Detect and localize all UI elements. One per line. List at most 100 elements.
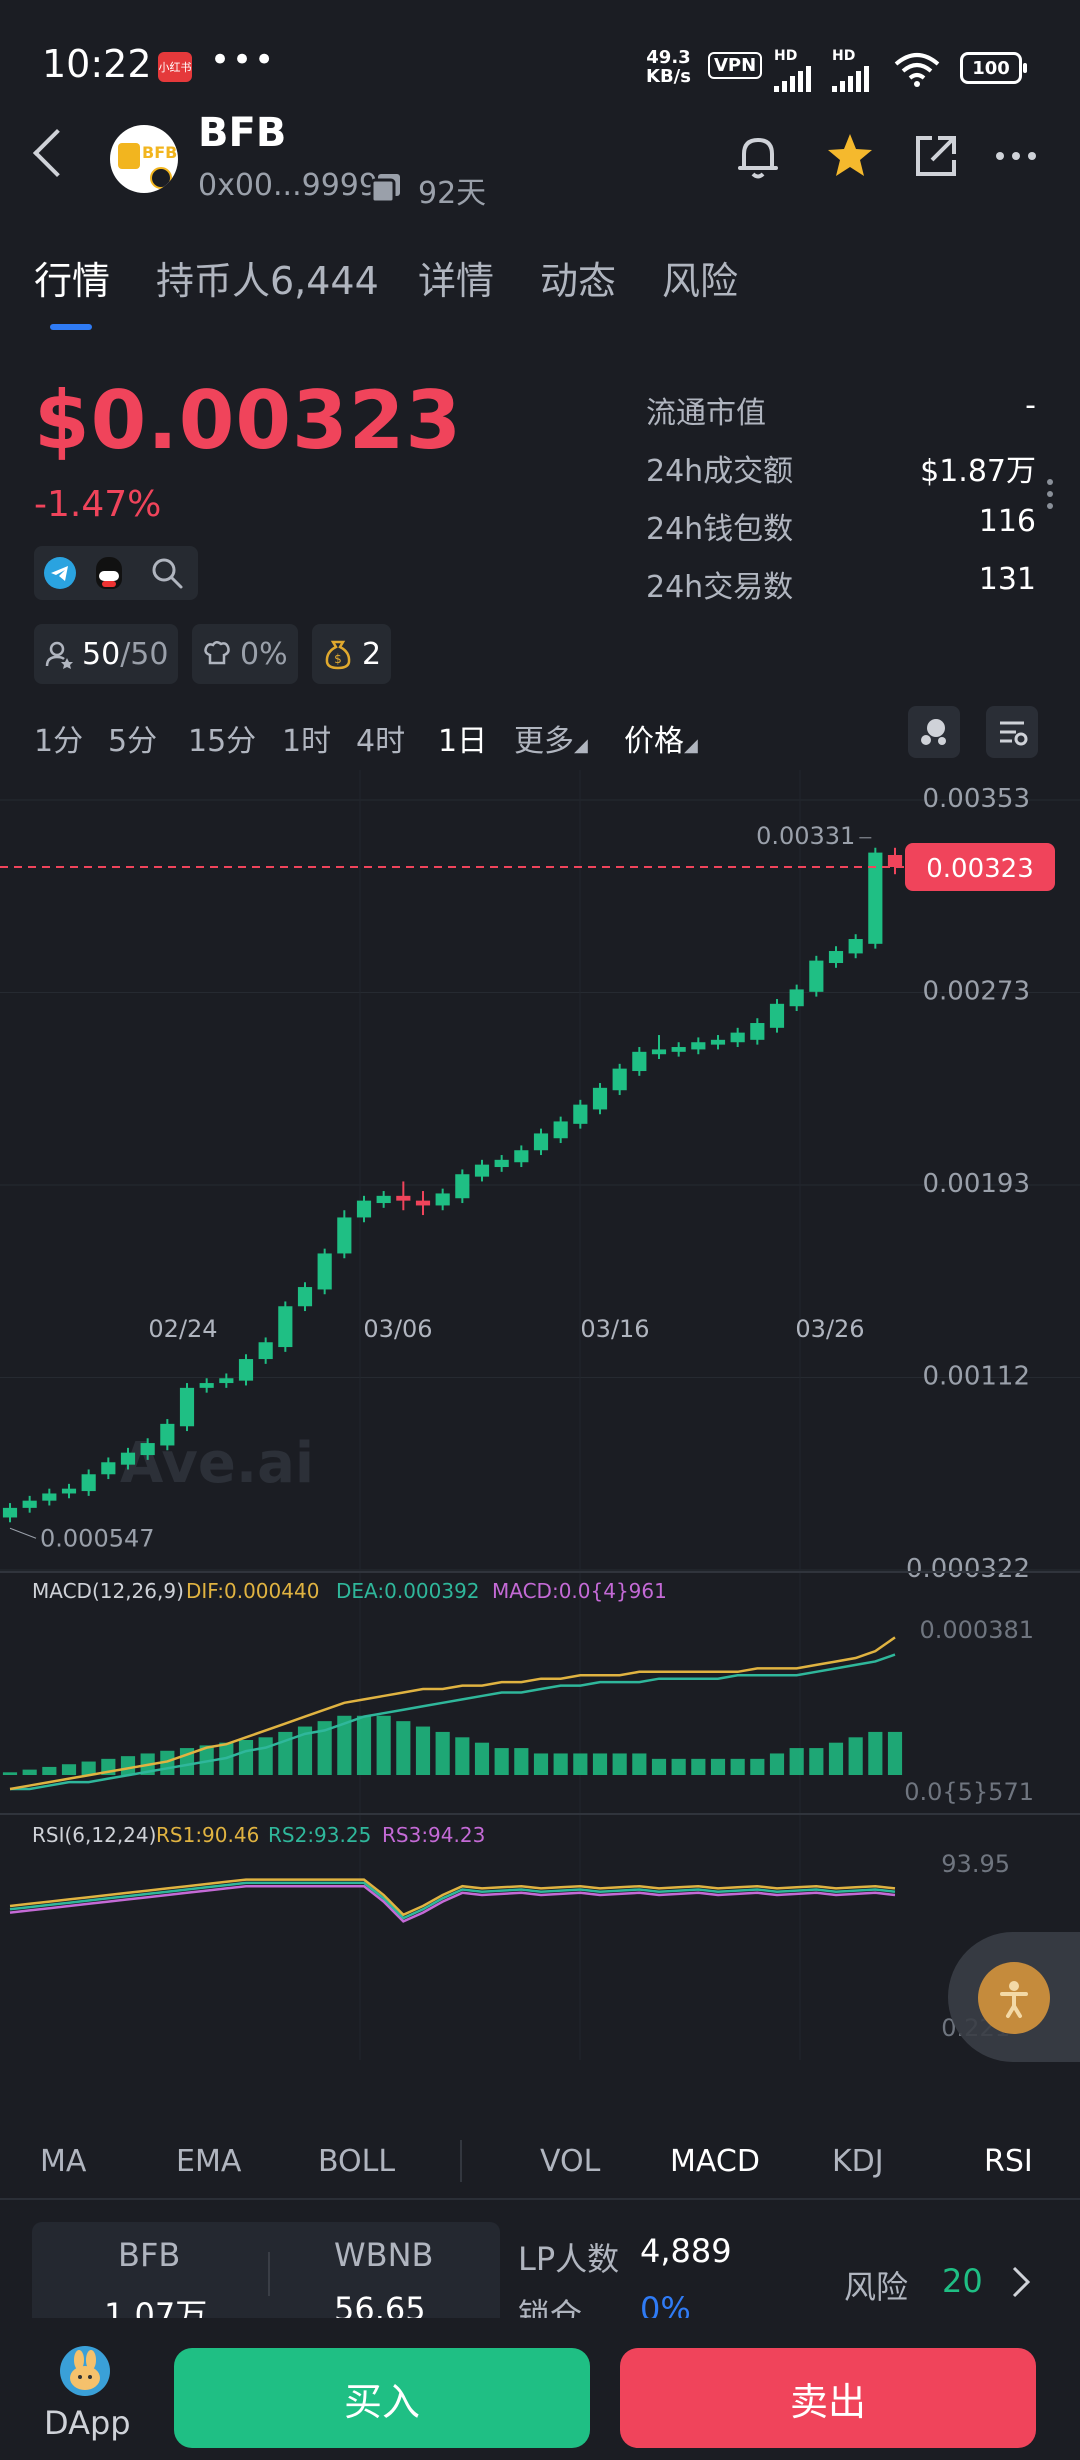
timeframe-1d[interactable]: 1日	[438, 716, 487, 760]
timeframe-15m[interactable]: 15分	[188, 716, 256, 760]
candle[interactable]	[396, 1195, 411, 1201]
tab-risk[interactable]: 风险	[662, 250, 738, 305]
tab-activity[interactable]: 动态	[540, 250, 616, 305]
candle[interactable]	[769, 1003, 785, 1028]
candle[interactable]	[238, 1359, 254, 1381]
candle[interactable]	[573, 1104, 588, 1124]
macd-histogram-bar	[415, 1726, 431, 1775]
candle[interactable]	[258, 1342, 273, 1360]
chip-holders-value: 50	[82, 636, 121, 672]
bubble-map-button[interactable]	[908, 706, 960, 758]
candle[interactable]	[514, 1150, 529, 1163]
candle[interactable]	[612, 1068, 627, 1091]
stat-volume-label: 24h成交额	[646, 454, 794, 489]
price-mode-select[interactable]: 价格◢	[624, 716, 698, 760]
macd-title: MACD(12,26,9)	[32, 1579, 184, 1603]
indicator-ema[interactable]: EMA	[176, 2144, 241, 2179]
dapp-label[interactable]: DApp	[44, 2404, 131, 2442]
candle[interactable]	[750, 1023, 765, 1040]
price-axis-label: 0.000322	[906, 1554, 1030, 1584]
indicator-vol[interactable]: VOL	[540, 2144, 600, 2179]
more-icon[interactable]	[988, 128, 1044, 184]
candle[interactable]	[887, 855, 903, 868]
timeframe-4h[interactable]: 4时	[356, 716, 405, 760]
candle[interactable]	[219, 1378, 234, 1384]
qq-icon[interactable]	[96, 557, 122, 589]
candle[interactable]	[691, 1042, 706, 1050]
candle[interactable]	[199, 1383, 214, 1388]
macd-histogram-bar	[848, 1737, 863, 1775]
tab-holders[interactable]: 持币人6,444	[156, 250, 379, 305]
tab-details[interactable]: 详情	[418, 250, 494, 305]
indicator-rsi[interactable]: RSI	[984, 2144, 1033, 2179]
tab-market[interactable]: 行情	[34, 250, 110, 305]
timeframe-1m[interactable]: 1分	[34, 716, 83, 760]
buy-button[interactable]: 买入	[174, 2348, 590, 2448]
candle[interactable]	[160, 1423, 175, 1446]
bell-icon[interactable]	[730, 128, 786, 184]
macd-histogram-bar	[474, 1742, 490, 1775]
timeframe-more[interactable]: 更多◢	[514, 716, 588, 760]
candle[interactable]	[22, 1500, 37, 1508]
candle[interactable]	[278, 1306, 293, 1348]
chip-dev[interactable]: 0%	[192, 624, 298, 684]
candle[interactable]	[61, 1488, 77, 1494]
chip-holders[interactable]: 50/50	[34, 624, 179, 684]
candle[interactable]	[494, 1159, 509, 1168]
chevron-right-icon[interactable]	[1008, 2262, 1036, 2302]
accessibility-icon[interactable]	[978, 1962, 1050, 2034]
candle[interactable]	[140, 1443, 155, 1456]
candle[interactable]	[297, 1287, 313, 1307]
candle[interactable]	[789, 989, 804, 1007]
star-icon[interactable]	[822, 128, 878, 184]
candle[interactable]	[81, 1474, 96, 1492]
macd-histogram-bar	[730, 1758, 745, 1775]
candle[interactable]	[415, 1200, 431, 1206]
xiaohongshu-notification-icon: 小红书	[158, 52, 192, 82]
candle[interactable]	[2, 1507, 18, 1518]
candle[interactable]	[455, 1174, 470, 1199]
candle[interactable]	[592, 1087, 608, 1110]
candle[interactable]	[730, 1032, 745, 1043]
indicator-kdj[interactable]: KDJ	[832, 2144, 884, 2179]
candle[interactable]	[101, 1462, 116, 1475]
candle[interactable]	[553, 1121, 568, 1139]
candle[interactable]	[337, 1217, 352, 1254]
candle[interactable]	[651, 1049, 667, 1055]
candle[interactable]	[809, 960, 824, 992]
liquidity-pool-card[interactable]: BFB WBNB 1.07万 56.65	[32, 2222, 500, 2332]
indicator-boll[interactable]: BOLL	[318, 2144, 395, 2179]
share-icon[interactable]	[908, 128, 964, 184]
stat-trades-value: 131	[978, 562, 1036, 597]
chart-settings-button[interactable]	[986, 706, 1038, 758]
candle[interactable]	[435, 1193, 450, 1206]
candle[interactable]	[533, 1133, 549, 1151]
chip-money[interactable]: $ 2	[312, 624, 392, 684]
candle[interactable]	[632, 1051, 647, 1072]
candle[interactable]	[828, 951, 844, 964]
candle[interactable]	[671, 1047, 686, 1052]
candlestick-chart[interactable]: 0.00353 0.00273 0.00193 0.00112 0.000322 Ave.…	[0, 770, 1080, 2070]
candle[interactable]	[179, 1387, 195, 1427]
indicator-macd[interactable]: MACD	[670, 2144, 760, 2179]
stat-trades-label: 24h交易数	[646, 570, 794, 605]
dapp-icon[interactable]	[60, 2346, 110, 2396]
timeframe-1h[interactable]: 1时	[282, 716, 331, 760]
sell-button[interactable]: 卖出	[620, 2348, 1036, 2448]
candle[interactable]	[376, 1195, 391, 1204]
candle[interactable]	[120, 1452, 136, 1465]
back-arrow-icon[interactable]	[32, 128, 82, 178]
candle[interactable]	[356, 1200, 372, 1218]
telegram-icon[interactable]	[44, 557, 76, 589]
candle[interactable]	[317, 1253, 332, 1290]
search-icon[interactable]	[150, 556, 184, 590]
candle[interactable]	[848, 939, 863, 954]
candle[interactable]	[474, 1164, 490, 1177]
candle[interactable]	[710, 1039, 726, 1045]
candle[interactable]	[42, 1493, 57, 1501]
side-more-icon[interactable]	[1040, 476, 1060, 516]
indicator-ma[interactable]: MA	[40, 2144, 86, 2179]
timeframe-5m[interactable]: 5分	[108, 716, 157, 760]
copy-icon[interactable]	[370, 172, 402, 204]
lp-count-value: 4,889	[640, 2232, 732, 2270]
